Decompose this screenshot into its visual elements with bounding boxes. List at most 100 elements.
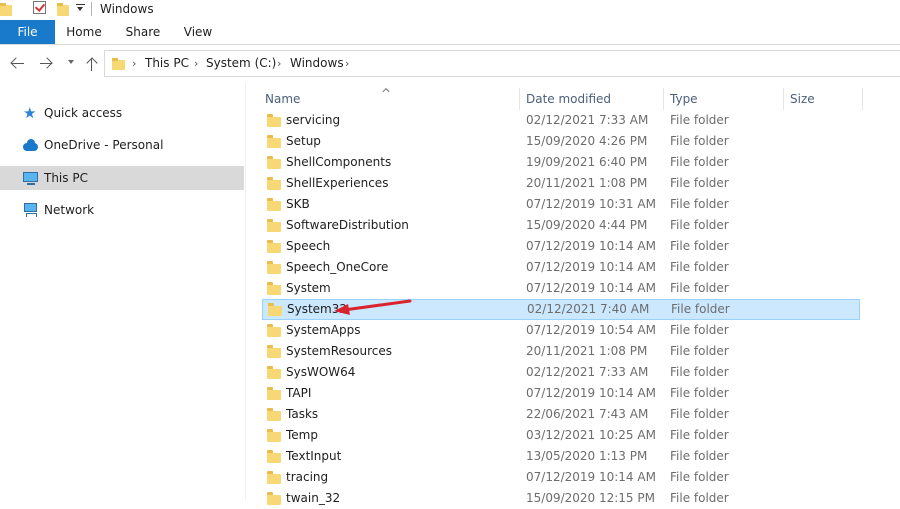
new-folder-icon[interactable] bbox=[57, 2, 69, 16]
file-type: File folder bbox=[670, 239, 729, 253]
tab-file[interactable]: File bbox=[0, 20, 55, 44]
tab-home[interactable]: Home bbox=[61, 20, 107, 44]
breadcrumb-system-c[interactable]: System (C:) bbox=[206, 51, 276, 76]
column-header-name[interactable]: Name bbox=[260, 88, 520, 110]
file-row[interactable]: Speech 07/12/2019 10:14 AM File folder bbox=[262, 236, 860, 257]
nav-item-onedrive[interactable]: OneDrive - Personal bbox=[0, 133, 244, 157]
annotation-arrow-head bbox=[334, 304, 350, 315]
file-name: SKB bbox=[286, 197, 310, 211]
file-date: 15/09/2020 4:26 PM bbox=[526, 134, 648, 148]
file-date: 20/11/2021 1:08 PM bbox=[526, 176, 648, 190]
chevron-right-icon[interactable]: › bbox=[345, 51, 349, 76]
column-divider[interactable] bbox=[663, 88, 664, 110]
file-date: 07/12/2019 10:54 AM bbox=[526, 323, 656, 337]
file-row[interactable]: SysWOW64 02/12/2021 7:33 AM File folder bbox=[262, 362, 860, 383]
chevron-right-icon[interactable]: › bbox=[277, 51, 281, 76]
annotation-arrow-shaft bbox=[342, 299, 412, 312]
pc-icon bbox=[23, 171, 39, 185]
column-header-size[interactable]: Size bbox=[785, 88, 862, 110]
file-row[interactable]: twain_32 15/09/2020 12:15 PM File folder bbox=[262, 488, 860, 509]
annotation-arrow bbox=[334, 299, 412, 315]
file-name: SystemResources bbox=[286, 344, 393, 358]
folder-icon[interactable] bbox=[0, 2, 12, 16]
navigation-bar: › This PC › System (C:) › Windows › bbox=[0, 45, 900, 83]
folder-icon bbox=[112, 57, 125, 71]
column-divider[interactable] bbox=[519, 88, 520, 110]
folder-icon bbox=[267, 408, 281, 421]
column-divider[interactable] bbox=[862, 88, 863, 110]
nav-item-this-pc[interactable]: This PC bbox=[0, 166, 244, 190]
file-row[interactable]: SoftwareDistribution 15/09/2020 4:44 PM Fi… bbox=[262, 215, 860, 236]
folder-icon bbox=[267, 261, 281, 274]
back-arrow-icon[interactable] bbox=[10, 56, 26, 72]
tab-view[interactable]: View bbox=[177, 20, 219, 44]
column-divider[interactable] bbox=[783, 88, 784, 110]
customize-toolbar-dropdown-icon[interactable] bbox=[76, 4, 85, 13]
nav-item-label: OneDrive - Personal bbox=[44, 138, 164, 152]
nav-item-quick-access[interactable]: ★ Quick access bbox=[0, 101, 244, 125]
file-name: SoftwareDistribution bbox=[286, 218, 409, 232]
file-row[interactable]: ShellExperiences 20/11/2021 1:08 PM File f… bbox=[262, 173, 860, 194]
properties-check-icon[interactable] bbox=[33, 1, 46, 14]
folder-icon bbox=[268, 303, 282, 316]
file-type: File folder bbox=[670, 449, 729, 463]
file-row[interactable]: Setup 15/09/2020 4:26 PM File folder bbox=[262, 131, 860, 152]
file-name: SystemApps bbox=[286, 323, 361, 337]
file-date: 15/09/2020 4:44 PM bbox=[526, 218, 648, 232]
folder-icon bbox=[267, 492, 281, 505]
recent-locations-chevron-icon[interactable] bbox=[68, 60, 74, 64]
file-row[interactable]: SystemResources 20/11/2021 1:08 PM File fo… bbox=[262, 341, 860, 362]
file-date: 20/11/2021 1:08 PM bbox=[526, 344, 648, 358]
file-row[interactable]: Temp 03/12/2021 10:25 AM File folder bbox=[262, 425, 860, 446]
file-type: File folder bbox=[670, 470, 729, 484]
file-name: Speech bbox=[286, 239, 331, 253]
chevron-right-icon[interactable]: › bbox=[132, 51, 136, 76]
breadcrumb-this-pc[interactable]: This PC bbox=[145, 51, 189, 76]
file-row[interactable]: ShellComponents 19/09/2021 6:40 PM File fo… bbox=[262, 152, 860, 173]
folder-icon bbox=[267, 471, 281, 484]
up-arrow-icon[interactable] bbox=[84, 56, 100, 72]
address-bar[interactable]: › This PC › System (C:) › Windows › bbox=[104, 50, 900, 77]
file-name: Temp bbox=[286, 428, 318, 442]
folder-icon bbox=[267, 324, 281, 337]
file-row[interactable]: servicing 02/12/2021 7:33 AM File folder bbox=[262, 110, 860, 131]
file-type: File folder bbox=[670, 155, 729, 169]
star-icon: ★ bbox=[23, 104, 37, 122]
file-name: ShellExperiences bbox=[286, 176, 389, 190]
file-name: Speech_OneCore bbox=[286, 260, 389, 274]
nav-item-label: This PC bbox=[44, 171, 88, 185]
file-date: 07/12/2019 10:14 AM bbox=[526, 281, 656, 295]
nav-item-network[interactable]: Network bbox=[0, 198, 244, 222]
file-name: twain_32 bbox=[286, 491, 341, 505]
file-type: File folder bbox=[670, 134, 729, 148]
navigation-pane: ★ Quick access OneDrive - Personal This … bbox=[0, 83, 244, 500]
folder-icon bbox=[267, 156, 281, 169]
cloud-icon bbox=[23, 138, 39, 152]
file-row[interactable]: SystemApps 07/12/2019 10:54 AM File folder bbox=[262, 320, 860, 341]
file-type: File folder bbox=[670, 407, 729, 421]
folder-icon bbox=[267, 345, 281, 358]
column-header-type[interactable]: Type bbox=[665, 88, 783, 110]
file-row[interactable]: Speech_OneCore 07/12/2019 10:14 AM File fo… bbox=[262, 257, 860, 278]
file-row[interactable]: TextInput 13/05/2020 1:13 PM File folder bbox=[262, 446, 860, 467]
file-type: File folder bbox=[670, 260, 729, 274]
file-row[interactable]: TAPI 07/12/2019 10:14 AM File folder bbox=[262, 383, 860, 404]
file-type: File folder bbox=[670, 176, 729, 190]
file-row[interactable]: Tasks 22/06/2021 7:43 AM File folder bbox=[262, 404, 860, 425]
pane-divider[interactable] bbox=[245, 83, 246, 500]
nav-item-label: Quick access bbox=[44, 106, 123, 120]
file-date: 02/12/2021 7:33 AM bbox=[526, 365, 649, 379]
folder-icon bbox=[267, 366, 281, 379]
tab-share[interactable]: Share bbox=[120, 20, 166, 44]
file-type: File folder bbox=[670, 428, 729, 442]
folder-icon bbox=[267, 177, 281, 190]
file-row[interactable]: SKB 07/12/2019 10:31 AM File folder bbox=[262, 194, 860, 215]
file-type: File folder bbox=[670, 491, 729, 505]
chevron-right-icon[interactable]: › bbox=[194, 51, 198, 76]
forward-arrow-icon[interactable] bbox=[38, 56, 54, 72]
breadcrumb-windows[interactable]: Windows bbox=[290, 51, 344, 76]
file-date: 07/12/2019 10:14 AM bbox=[526, 470, 656, 484]
file-row[interactable]: tracing 07/12/2019 10:14 AM File folder bbox=[262, 467, 860, 488]
column-header-date-modified[interactable]: Date modified bbox=[521, 88, 663, 110]
file-date: 02/12/2021 7:33 AM bbox=[526, 113, 649, 127]
